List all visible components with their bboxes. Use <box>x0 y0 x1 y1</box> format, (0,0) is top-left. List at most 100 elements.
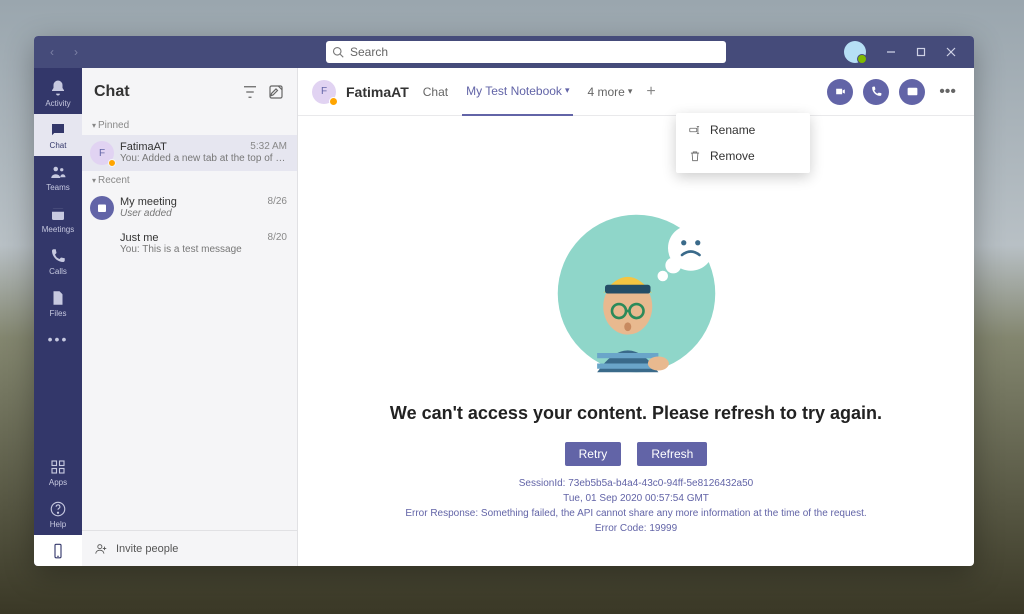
rail-apps[interactable]: Apps <box>34 451 82 493</box>
chat-icon <box>49 121 67 139</box>
chat-list-pane: Chat ▾ Pinned F FatimaAT 5:32 AM Y <box>82 68 298 566</box>
status-dot <box>108 159 116 167</box>
calendar-icon <box>96 202 108 214</box>
rail-calls[interactable]: Calls <box>34 240 82 282</box>
filter-icon[interactable] <box>241 83 259 101</box>
error-details: SessionId: 73eb5b5a-b4a4-43c0-94ff-5e812… <box>405 476 866 536</box>
chevron-down-icon: ▾ <box>628 86 633 97</box>
trash-icon <box>688 149 702 163</box>
chat-row-mymeeting[interactable]: My meeting 8/26 User added <box>82 190 297 226</box>
menu-rename[interactable]: Rename <box>676 117 810 143</box>
body: Activity Chat Teams Meetings Calls Files <box>34 68 974 566</box>
error-time: Tue, 01 Sep 2020 00:57:54 GMT <box>405 491 866 506</box>
menu-rename-label: Rename <box>710 123 755 137</box>
error-response: Error Response: Something failed, the AP… <box>405 506 866 521</box>
phone-icon <box>870 85 883 98</box>
profile-avatar[interactable] <box>844 41 866 63</box>
rail-files[interactable]: Files <box>34 282 82 324</box>
audio-call-button[interactable] <box>863 79 889 105</box>
invite-people[interactable]: Invite people <box>82 530 297 566</box>
rail-activity[interactable]: Activity <box>34 72 82 114</box>
menu-remove[interactable]: Remove <box>676 143 810 169</box>
error-illustration <box>549 206 724 381</box>
close-button[interactable] <box>936 38 966 66</box>
rename-icon <box>688 123 702 137</box>
avatar <box>90 232 114 256</box>
chat-row-fatimaat[interactable]: F FatimaAT 5:32 AM You: Added a new tab … <box>82 135 297 171</box>
search-placeholder: Search <box>350 45 388 59</box>
section-pinned[interactable]: ▾ Pinned <box>82 116 297 135</box>
error-title: We can't access your content. Please ref… <box>390 403 882 424</box>
rail-teams[interactable]: Teams <box>34 156 82 198</box>
new-chat-icon[interactable] <box>267 83 285 101</box>
avatar-initials: F <box>99 148 105 159</box>
tab-chat[interactable]: Chat <box>419 68 452 116</box>
chat-list-title: Chat <box>94 83 233 101</box>
chat-preview: User added <box>120 208 287 219</box>
invite-label: Invite people <box>116 543 178 555</box>
maximize-button[interactable] <box>906 38 936 66</box>
rail-files-label: Files <box>50 309 67 318</box>
nav-back-icon[interactable]: ‹ <box>42 42 62 62</box>
chat-row-justme[interactable]: Just me 8/20 You: This is a test message <box>82 226 297 262</box>
section-recent[interactable]: ▾ Recent <box>82 171 297 190</box>
nav-arrows: ‹ › <box>42 42 86 62</box>
share-screen-button[interactable] <box>899 79 925 105</box>
tab-notebook[interactable]: My Test Notebook ▾ <box>462 68 573 116</box>
rail-more[interactable]: ••• <box>34 324 82 353</box>
status-dot <box>329 97 338 106</box>
tab-context-menu: Rename Remove <box>676 113 810 173</box>
invite-icon <box>94 542 108 556</box>
phone-icon <box>49 247 67 265</box>
chat-name: My meeting <box>120 196 177 208</box>
rail-meetings[interactable]: Meetings <box>34 198 82 240</box>
error-code: Error Code: 19999 <box>405 521 866 536</box>
more-options-button[interactable]: ••• <box>935 83 960 101</box>
main-header: F FatimaAT Chat My Test Notebook ▾ 4 mor… <box>298 68 974 116</box>
nav-forward-icon[interactable]: › <box>66 42 86 62</box>
tab-chat-label: Chat <box>423 85 448 99</box>
rail-chat-label: Chat <box>50 141 67 150</box>
tab-notebook-label: My Test Notebook <box>466 84 562 98</box>
rail-help-label: Help <box>50 520 66 529</box>
chevron-down-icon: ▾ <box>92 176 96 185</box>
add-tab-button[interactable]: + <box>646 83 655 101</box>
section-recent-label: Recent <box>98 175 130 186</box>
teams-window: ‹ › Search Activity Chat Teams <box>34 36 974 566</box>
rail-help[interactable]: Help <box>34 493 82 535</box>
rail-activity-label: Activity <box>45 99 70 108</box>
rail-chat[interactable]: Chat <box>34 114 82 156</box>
search-input[interactable]: Search <box>326 41 726 63</box>
avatar: F <box>90 141 114 165</box>
titlebar: ‹ › Search <box>34 36 974 68</box>
calendar-icon <box>49 205 67 223</box>
rail-calls-label: Calls <box>49 267 67 276</box>
error-content: We can't access your content. Please ref… <box>298 116 974 566</box>
chevron-down-icon: ▾ <box>92 121 96 130</box>
video-call-button[interactable] <box>827 79 853 105</box>
main-pane: F FatimaAT Chat My Test Notebook ▾ 4 mor… <box>298 68 974 566</box>
chevron-down-icon: ▾ <box>565 85 570 96</box>
error-session: SessionId: 73eb5b5a-b4a4-43c0-94ff-5e812… <box>405 476 866 491</box>
chat-time: 8/26 <box>268 196 287 208</box>
participant-avatar[interactable]: F <box>312 80 336 104</box>
retry-button[interactable]: Retry <box>565 442 622 466</box>
chat-name: Just me <box>120 232 159 244</box>
participant-name: FatimaAT <box>346 84 409 100</box>
help-icon <box>49 500 67 518</box>
rail-meetings-label: Meetings <box>42 225 74 234</box>
search-icon <box>332 46 344 58</box>
rail-device[interactable] <box>34 535 82 566</box>
left-rail: Activity Chat Teams Meetings Calls Files <box>34 68 82 566</box>
files-icon <box>49 289 67 307</box>
chat-time: 5:32 AM <box>250 141 287 153</box>
rail-apps-label: Apps <box>49 478 67 487</box>
refresh-button[interactable]: Refresh <box>637 442 707 466</box>
tab-more[interactable]: 4 more ▾ <box>583 68 636 116</box>
chat-time: 8/20 <box>268 232 287 244</box>
teams-icon <box>49 163 67 181</box>
minimize-button[interactable] <box>876 38 906 66</box>
avatar-initials: F <box>321 86 327 97</box>
rail-teams-label: Teams <box>46 183 70 192</box>
error-buttons: Retry Refresh <box>565 442 708 466</box>
